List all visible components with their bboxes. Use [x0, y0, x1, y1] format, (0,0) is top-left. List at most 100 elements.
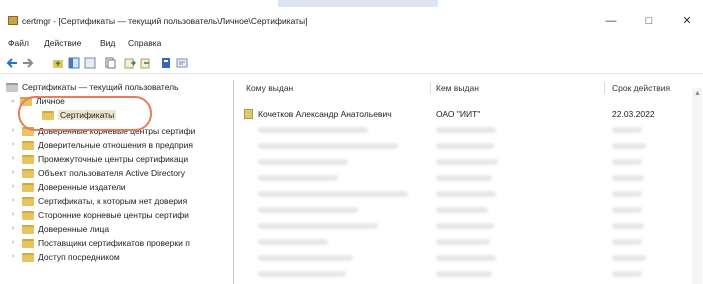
minimize-button[interactable]: — — [596, 13, 626, 29]
certificate-row[interactable]: Кочетков Александр Анатольевич ОАО "ИИТ"… — [238, 106, 703, 121]
menu-bar: Файл Действие Вид Справка — [0, 36, 703, 52]
obscured-cell — [436, 255, 496, 261]
obscured-cell — [612, 175, 644, 181]
tree-item[interactable]: › Сертификаты, к которым нет доверия — [2, 194, 233, 208]
obscured-cell — [612, 255, 646, 261]
tree-item[interactable]: › Доверенные лица — [2, 222, 233, 236]
obscured-cell — [612, 271, 642, 277]
obscured-cell — [436, 207, 488, 213]
obscured-row — [238, 234, 703, 249]
column-issued-to[interactable]: Кому выдан — [246, 83, 293, 93]
menu-help[interactable]: Справка — [128, 38, 161, 48]
folder-icon — [22, 253, 34, 262]
obscured-cell — [258, 255, 353, 261]
obscured-cell — [436, 191, 496, 197]
obscured-cell — [258, 127, 368, 133]
tree-item[interactable]: › Доверительные отношения в предприя — [2, 138, 233, 152]
highlight-ellipse — [18, 96, 152, 131]
column-divider[interactable] — [430, 82, 431, 94]
column-divider[interactable] — [604, 82, 605, 94]
properties-icon[interactable] — [176, 57, 188, 69]
refresh-icon[interactable] — [140, 57, 152, 69]
close-button[interactable]: ✕ — [672, 13, 702, 29]
chevron-right-icon[interactable]: › — [12, 127, 18, 134]
maximize-button[interactable]: □ — [634, 13, 664, 29]
chevron-right-icon[interactable]: › — [12, 141, 18, 148]
menu-file[interactable]: Файл — [8, 38, 29, 48]
obscured-cell — [436, 159, 498, 165]
obscured-cell — [258, 191, 408, 197]
obscured-cell — [258, 271, 346, 277]
obscured-cell — [612, 239, 642, 245]
tree-item[interactable]: › Промежуточные центры сертификаци — [2, 152, 233, 166]
folder-icon — [22, 225, 34, 234]
obscured-row — [238, 266, 703, 281]
toolbar — [0, 52, 703, 74]
obscured-row — [238, 122, 703, 137]
chevron-right-icon[interactable]: › — [12, 239, 18, 246]
obscured-row — [238, 154, 703, 169]
certificate-list: Кому выдан Кем выдан Срок действия Кочет… — [238, 80, 703, 284]
obscured-cell — [258, 159, 348, 165]
folder-icon — [22, 141, 34, 150]
vertical-scrollbar[interactable]: ▲ — [692, 88, 702, 284]
chevron-right-icon[interactable]: › — [12, 211, 18, 218]
column-issued-by[interactable]: Кем выдан — [436, 83, 479, 93]
back-arrow-icon[interactable] — [6, 57, 18, 69]
tree-item[interactable]: › Поставщики сертификатов проверки п — [2, 236, 233, 250]
folder-icon — [22, 183, 34, 192]
folder-icon — [22, 211, 34, 220]
obscured-cell — [436, 223, 494, 229]
chevron-right-icon[interactable]: › — [12, 253, 18, 260]
column-expiration[interactable]: Срок действия — [612, 83, 670, 93]
obscured-cell — [258, 239, 328, 245]
obscured-cell — [436, 271, 492, 277]
export-list-icon[interactable] — [124, 57, 136, 69]
list-header: Кому выдан Кем выдан Срок действия — [238, 80, 703, 96]
menu-view[interactable]: Вид — [100, 38, 115, 48]
help-book-icon[interactable] — [160, 57, 172, 69]
forward-arrow-icon[interactable] — [22, 57, 34, 69]
obscured-cell — [436, 175, 492, 181]
obscured-cell — [258, 143, 398, 149]
obscured-row — [238, 170, 703, 185]
certmgr-app-icon — [8, 16, 18, 25]
obscured-cell — [612, 143, 646, 149]
top-strip — [0, 0, 703, 8]
scroll-up-arrow-icon[interactable]: ▲ — [694, 90, 701, 97]
obscured-cell — [612, 159, 642, 165]
obscured-row — [238, 138, 703, 153]
folder-icon — [22, 197, 34, 206]
chevron-right-icon[interactable]: › — [12, 183, 18, 190]
chevron-right-icon[interactable]: › — [12, 169, 18, 176]
folder-icon — [22, 155, 34, 164]
obscured-cell — [612, 223, 644, 229]
chevron-down-icon[interactable]: ⌄ — [10, 97, 16, 104]
certificate-store-icon — [6, 83, 18, 92]
obscured-cell — [258, 223, 378, 229]
top-tab — [278, 0, 438, 7]
certificate-icon — [244, 109, 253, 119]
chevron-right-icon[interactable]: › — [12, 155, 18, 162]
tree-root-current-user[interactable]: Сертификаты — текущий пользователь — [2, 80, 233, 94]
obscured-cell — [436, 127, 496, 133]
obscured-cell — [258, 207, 358, 213]
obscured-cell — [436, 239, 490, 245]
tree-item[interactable]: › Доверенные издатели — [2, 180, 233, 194]
folder-icon — [22, 239, 34, 248]
copy-icon[interactable] — [104, 57, 116, 69]
title-bar: certmgr - [Сертификаты — текущий пользов… — [0, 8, 703, 34]
obscured-cell — [258, 175, 338, 181]
console-tree-icon[interactable] — [68, 57, 80, 69]
up-folder-icon[interactable] — [52, 57, 64, 69]
chevron-right-icon[interactable]: › — [12, 197, 18, 204]
tree-item[interactable]: › Объект пользователя Active Directory — [2, 166, 233, 180]
folder-icon — [22, 169, 34, 178]
obscured-row — [238, 202, 703, 217]
show-hide-tree-icon[interactable] — [84, 57, 96, 69]
chevron-right-icon[interactable]: › — [12, 225, 18, 232]
tree-item[interactable]: › Сторонние корневые центры сертифи — [2, 208, 233, 222]
menu-action[interactable]: Действие — [44, 38, 81, 48]
tree-item[interactable]: › Доступ посредником — [2, 250, 233, 264]
obscured-row — [238, 186, 703, 201]
